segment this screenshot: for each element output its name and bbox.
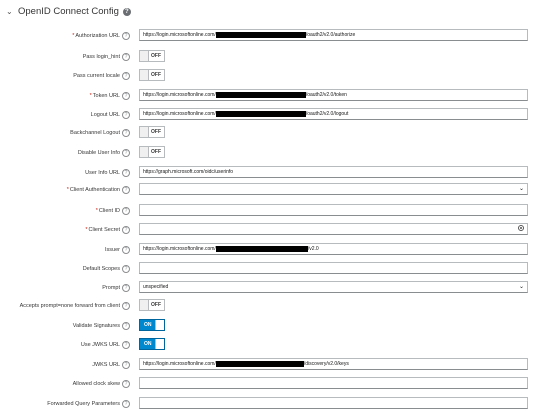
help-icon[interactable]: ? — [122, 31, 130, 40]
field-row-token-url: *Token URL? https://login.microsoftonlin… — [0, 88, 548, 104]
field-label: Backchannel Logout? — [70, 125, 130, 141]
help-icon[interactable]: ? — [122, 245, 130, 254]
field-row-forwarded-query-parameters: Forwarded Query Parameters? — [0, 396, 548, 412]
field-row-disable-user-info: Disable User Info? OFF — [0, 145, 548, 161]
issuer-input[interactable]: https://login.microsoftonline.com//v2.0 — [139, 243, 528, 255]
field-label: *Client ID? — [96, 203, 130, 219]
redacted-block — [215, 31, 306, 38]
help-icon[interactable]: ? — [122, 340, 130, 349]
help-icon[interactable]: ? — [122, 264, 130, 273]
accepts-prompt-none-toggle[interactable]: OFF — [139, 299, 165, 311]
help-icon[interactable]: ? — [122, 91, 130, 100]
pass-login-hint-toggle[interactable]: OFF — [139, 50, 165, 62]
chevron-down-icon: ⌄ — [518, 186, 524, 192]
field-label: Logout URL? — [91, 107, 130, 123]
field-label: Validate Signatures? — [73, 318, 130, 334]
help-icon[interactable]: ? — [122, 379, 130, 388]
help-icon[interactable]: ? — [122, 7, 131, 16]
help-icon[interactable]: ? — [122, 206, 130, 215]
help-icon[interactable]: ? — [122, 225, 130, 234]
field-row-client-id: *Client ID? — [0, 203, 548, 219]
field-label: Issuer? — [105, 242, 130, 258]
validate-signatures-toggle[interactable]: ON — [139, 319, 165, 331]
eye-icon[interactable] — [518, 225, 524, 231]
field-row-authorization-url: *Authorization URL? https://login.micros… — [0, 28, 548, 44]
help-icon[interactable]: ? — [122, 185, 130, 194]
help-icon[interactable]: ? — [122, 321, 130, 330]
field-label: User Info URL? — [85, 165, 130, 181]
section-header[interactable]: ⌄ OpenID Connect Config ? — [6, 6, 131, 17]
redacted-block — [215, 360, 304, 367]
help-icon[interactable]: ? — [122, 283, 130, 292]
field-row-jwks-url: JWKS URL? https://login.microsoftonline.… — [0, 357, 548, 373]
backchannel-logout-toggle[interactable]: OFF — [139, 126, 165, 138]
field-row-client-secret: *Client Secret? — [0, 222, 548, 238]
field-label: Allowed clock skew? — [73, 376, 130, 392]
field-row-pass-current-locale: Pass current locale? OFF — [0, 68, 548, 84]
field-label: Pass current locale? — [73, 68, 130, 84]
use-jwks-url-toggle[interactable]: ON — [139, 338, 165, 350]
client-secret-input[interactable] — [139, 223, 528, 235]
field-row-accepts-prompt-none: Accepts prompt=none forward from client?… — [0, 298, 548, 314]
redacted-block — [215, 110, 306, 117]
field-row-use-jwks-url: Use JWKS URL? ON — [0, 337, 548, 353]
field-label: *Client Secret? — [85, 222, 130, 238]
field-label: *Token URL? — [90, 88, 130, 104]
help-icon[interactable]: ? — [122, 301, 130, 310]
field-row-allowed-clock-skew: Allowed clock skew? — [0, 376, 548, 392]
field-row-prompt: Prompt? unspecified ⌄ — [0, 280, 548, 296]
token-url-input[interactable]: https://login.microsoftonline.com//oauth… — [139, 89, 528, 101]
client-authentication-select[interactable]: ⌄ — [139, 183, 528, 195]
field-label: Prompt? — [102, 280, 130, 296]
field-label: Use JWKS URL? — [81, 337, 130, 353]
field-row-pass-login-hint: Pass login_hint? OFF — [0, 49, 548, 65]
user-info-url-input[interactable]: https://graph.microsoft.com/oidc/userinf… — [139, 166, 528, 178]
disable-user-info-toggle[interactable]: OFF — [139, 146, 165, 158]
field-label: Default Scopes? — [83, 261, 130, 277]
prompt-select[interactable]: unspecified ⌄ — [139, 281, 528, 293]
field-label: Pass login_hint? — [83, 49, 130, 65]
help-icon[interactable]: ? — [122, 399, 130, 408]
help-icon[interactable]: ? — [122, 360, 130, 369]
forwarded-query-parameters-input[interactable] — [139, 397, 528, 409]
field-label: JWKS URL? — [92, 357, 130, 373]
field-row-backchannel-logout: Backchannel Logout? OFF — [0, 125, 548, 141]
help-icon[interactable]: ? — [122, 128, 130, 137]
authorization-url-input[interactable]: https://login.microsoftonline.com//oauth… — [139, 29, 528, 41]
pass-current-locale-toggle[interactable]: OFF — [139, 69, 165, 81]
help-icon[interactable]: ? — [122, 71, 130, 80]
logout-url-input[interactable]: https://login.microsoftonline.com//oauth… — [139, 108, 528, 120]
chevron-down-icon[interactable]: ⌄ — [6, 7, 14, 16]
help-icon[interactable]: ? — [122, 110, 130, 119]
help-icon[interactable]: ? — [122, 52, 130, 61]
field-row-validate-signatures: Validate Signatures? ON — [0, 318, 548, 334]
chevron-down-icon: ⌄ — [518, 284, 524, 290]
client-id-input[interactable] — [139, 204, 528, 216]
field-row-default-scopes: Default Scopes? — [0, 261, 548, 277]
field-row-issuer: Issuer? https://login.microsoftonline.co… — [0, 242, 548, 258]
field-row-user-info-url: User Info URL? https://graph.microsoft.c… — [0, 165, 548, 181]
default-scopes-input[interactable] — [139, 262, 528, 274]
help-icon[interactable]: ? — [122, 148, 130, 157]
help-icon[interactable]: ? — [122, 168, 130, 177]
field-label: Accepts prompt=none forward from client? — [20, 298, 130, 314]
section-title: OpenID Connect Config — [18, 6, 119, 17]
redacted-block — [215, 91, 306, 98]
field-label: *Authorization URL? — [72, 28, 130, 44]
field-row-logout-url: Logout URL? https://login.microsoftonlin… — [0, 107, 548, 123]
allowed-clock-skew-input[interactable] — [139, 377, 528, 389]
redacted-block — [215, 245, 308, 252]
field-label: *Client Authentication? — [67, 182, 130, 198]
field-row-client-authentication: *Client Authentication? ⌄ — [0, 182, 548, 198]
field-label: Disable User Info? — [78, 145, 130, 161]
jwks-url-input[interactable]: https://login.microsoftonline.com//disco… — [139, 358, 528, 370]
field-label: Forwarded Query Parameters? — [47, 396, 130, 412]
